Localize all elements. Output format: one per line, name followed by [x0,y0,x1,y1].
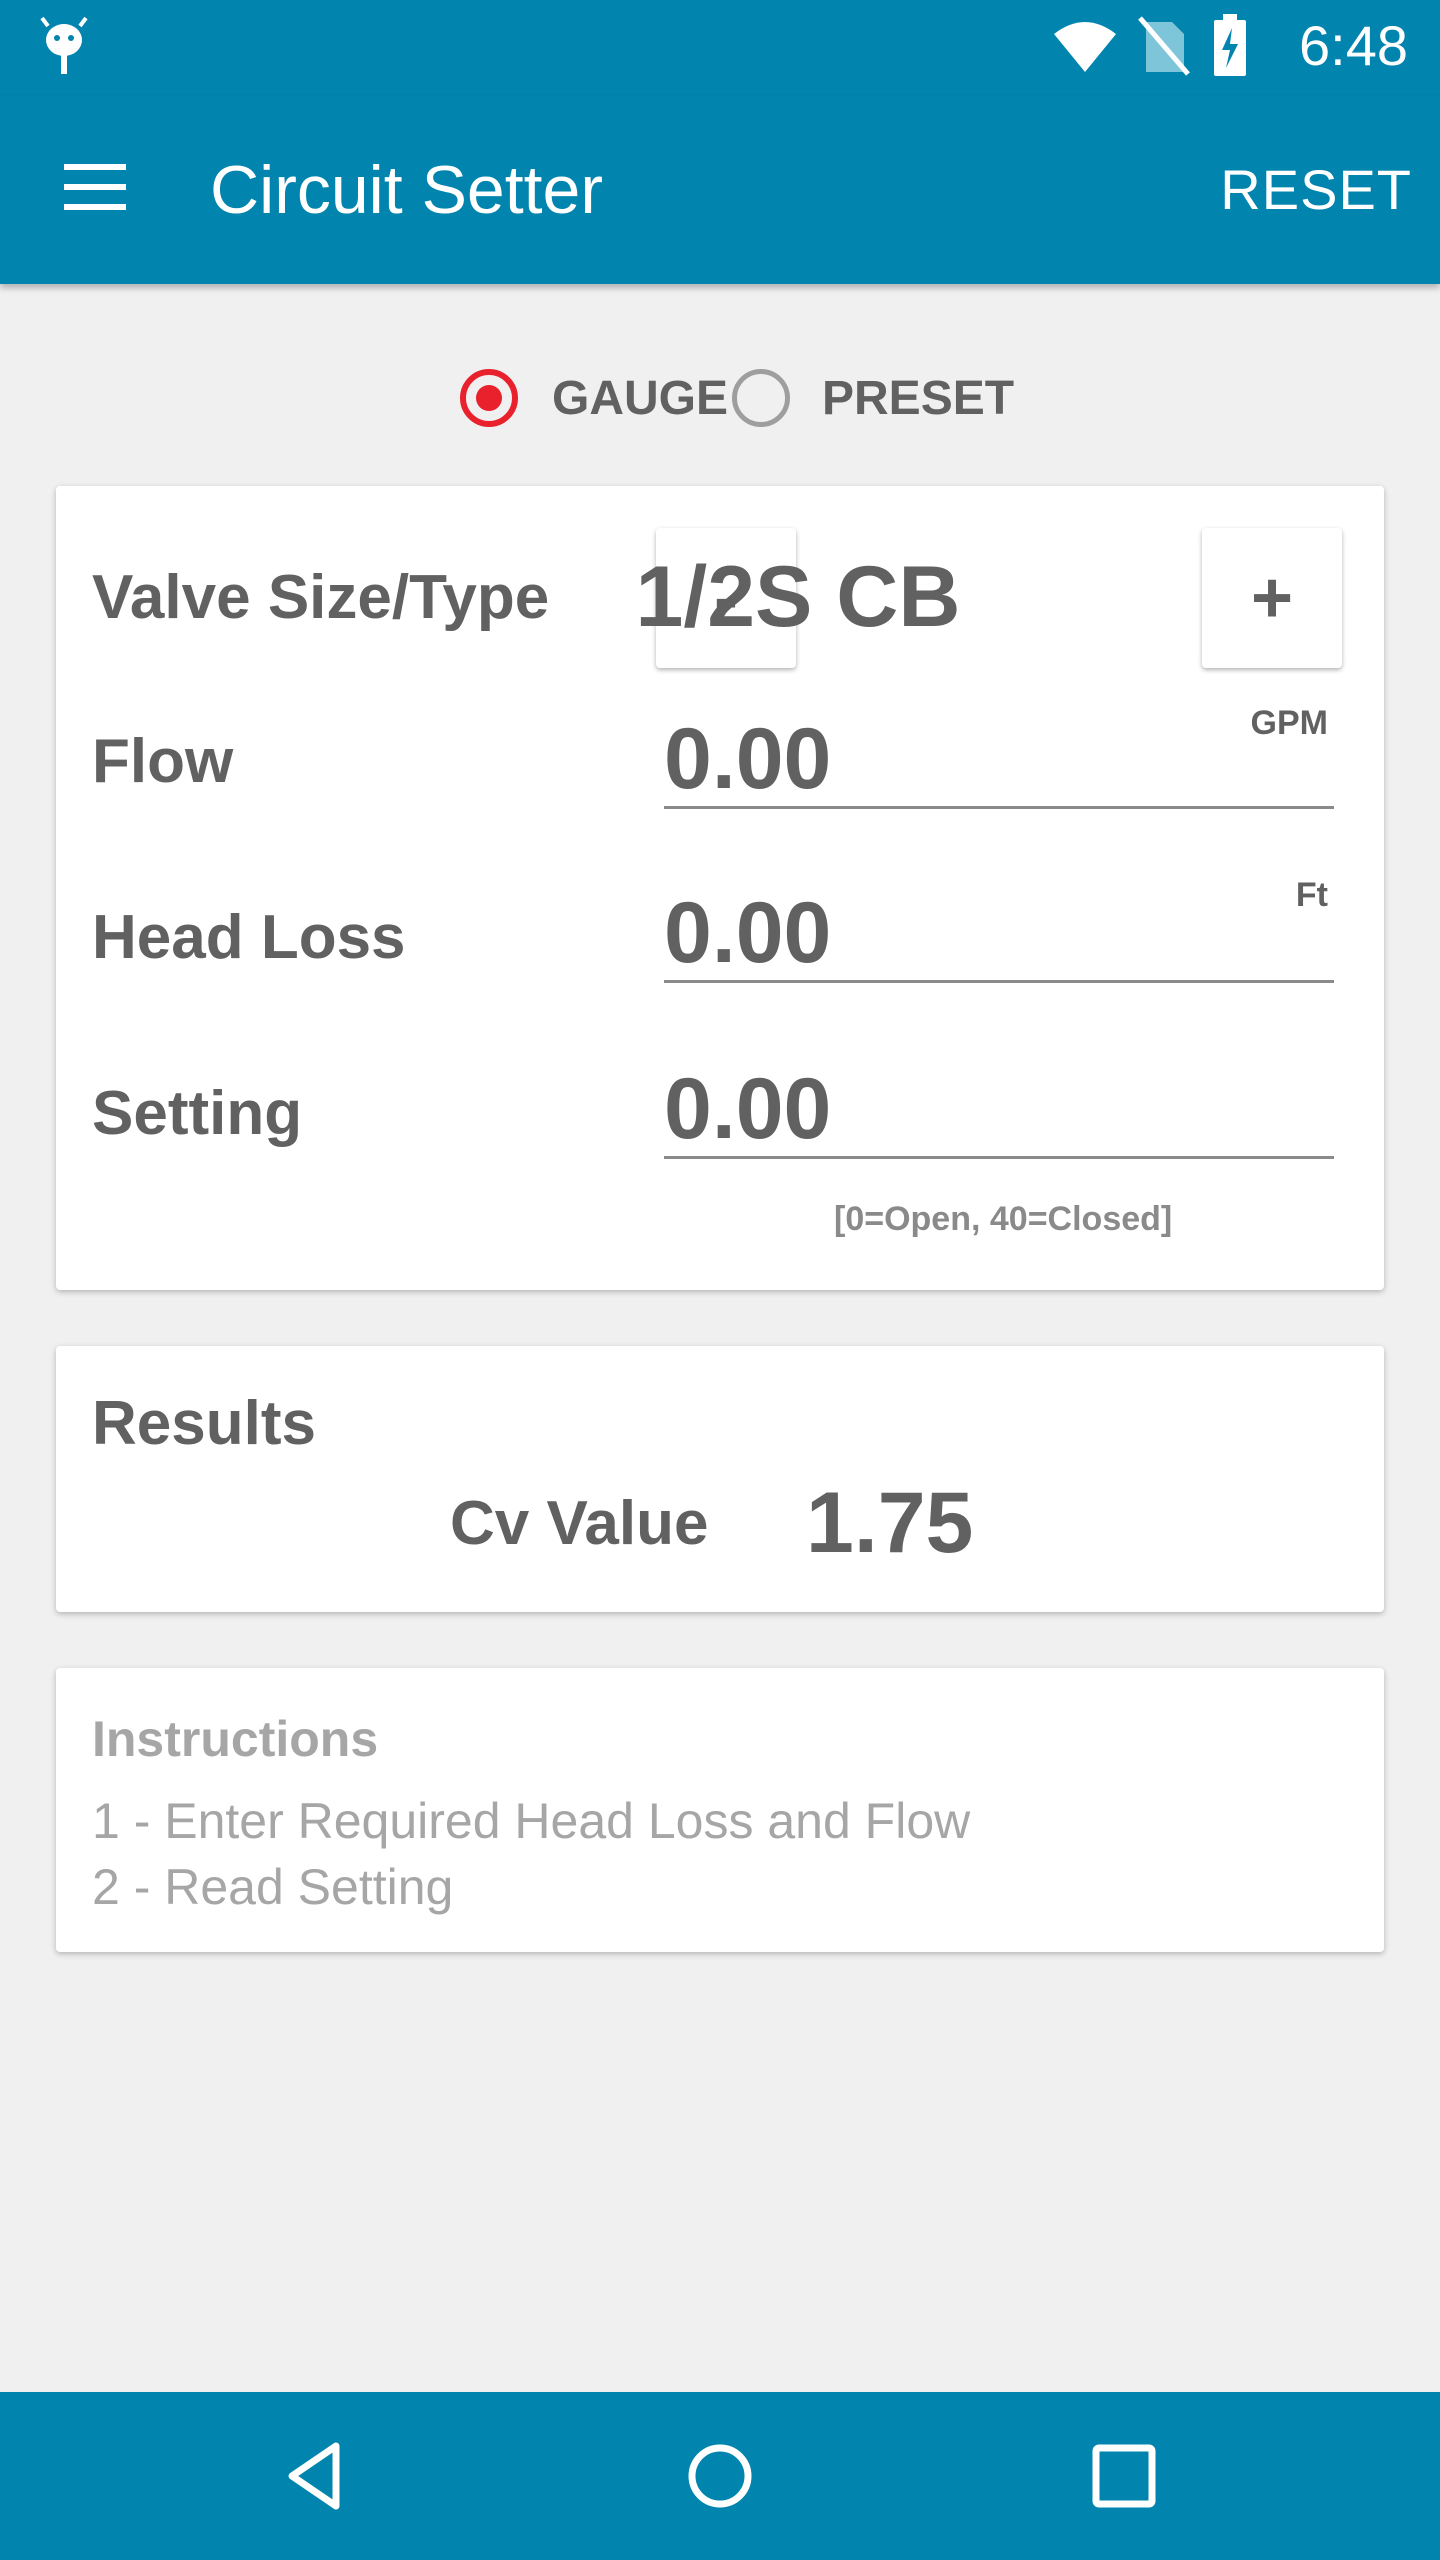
navigation-bar [0,2392,1440,2560]
head-loss-underline [664,980,1334,983]
recents-icon[interactable] [1082,2434,1166,2518]
setting-input[interactable]: 0.00 [664,1060,1334,1160]
status-bar: 6:48 [0,0,1440,96]
valve-increment-button[interactable]: + [1202,528,1342,668]
home-icon[interactable] [678,2434,762,2518]
app-bar: Circuit Setter RESET [0,96,1440,284]
head-loss-unit: Ft [1295,876,1328,914]
head-loss-label: Head Loss [92,903,406,972]
valve-size-value: 1/2S CB [635,549,961,645]
valve-size-label: Valve Size/Type [92,563,550,632]
instruction-line: 1 - Enter Required Head Loss and Flow [92,1793,971,1849]
flow-label: Flow [92,727,234,796]
mode-radio-group: GAUGE PRESET [0,358,1440,438]
preset-radio-label: PRESET [822,371,1015,425]
setting-underline [664,1156,1334,1159]
flow-unit: GPM [1250,704,1328,742]
head-loss-value: 0.00 [664,885,832,981]
app-title: Circuit Setter [210,152,603,228]
setting-hint: [0=Open, 40=Closed] [834,1200,1173,1238]
inputs-card: Valve Size/Type - 1/2S CB + Flow 0.00 GP… [56,486,1384,1290]
flow-underline [664,806,1334,809]
gauge-radio-label: GAUGE [552,371,729,425]
radio-unselected-icon [732,369,790,427]
clock: 6:48 [1299,14,1408,77]
menu-icon[interactable] [60,154,132,226]
instructions-card: Instructions 1 - Enter Required Head Los… [56,1668,1384,1952]
setting-value: 0.00 [664,1061,832,1157]
flow-value: 0.00 [664,711,832,807]
wifi-icon [1054,22,1116,72]
preset-radio[interactable]: PRESET [732,358,1014,438]
instruction-line: 2 - Read Setting [92,1859,454,1915]
back-icon[interactable] [274,2434,358,2518]
battery-charging-icon [1214,14,1246,76]
flow-input[interactable]: 0.00 GPM [664,704,1334,810]
results-card: Results Cv Value 1.75 [56,1346,1384,1612]
cv-value-label: Cv Value [450,1489,709,1558]
results-title: Results [92,1389,316,1458]
cv-value: 1.75 [806,1475,974,1571]
reset-button[interactable]: RESET [1220,154,1412,226]
gauge-radio[interactable]: GAUGE [460,358,728,438]
no-sim-icon [1138,16,1190,76]
radio-selected-icon [460,369,518,427]
setting-label: Setting [92,1079,303,1148]
instructions-title: Instructions [92,1711,379,1767]
android-debug-icon [40,16,88,74]
head-loss-input[interactable]: 0.00 Ft [664,876,1334,984]
